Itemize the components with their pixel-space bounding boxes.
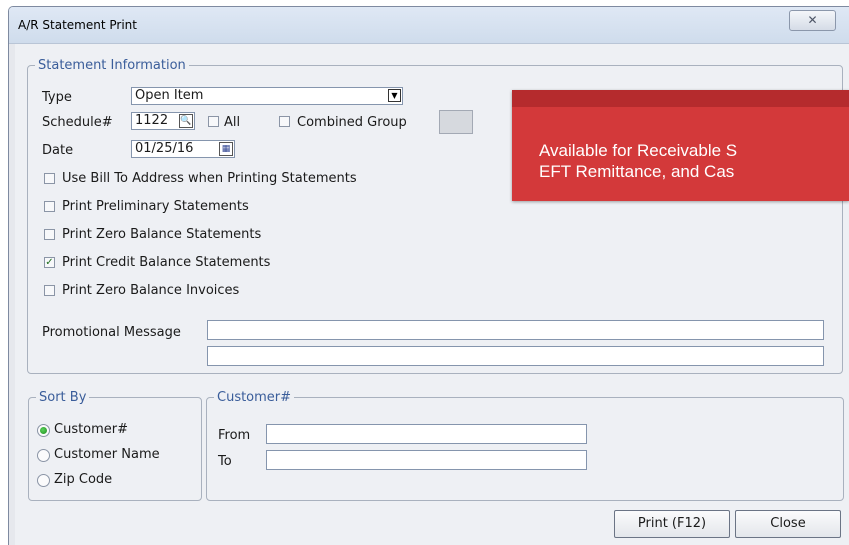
to-label: To [218,454,232,469]
sort-customer-number-radio[interactable] [37,424,50,437]
lookup-icon[interactable]: 🔍 [179,114,193,128]
close-icon: ✕ [807,13,818,27]
print-zero-balance-statements-checkbox[interactable] [44,229,55,240]
from-label: From [218,428,251,443]
promotional-message-label: Promotional Message [42,325,181,340]
customer-range-group: Customer# [206,390,844,501]
radio-selected-dot [40,427,47,434]
all-label: All [224,115,241,130]
print-zero-balance-invoices-checkbox[interactable] [44,285,55,296]
schedule-input[interactable]: 1122 🔍 [131,112,195,130]
all-checkbox[interactable] [208,116,219,127]
type-select[interactable]: Open Item ▼ [131,87,403,105]
combined-group-field[interactable] [439,110,473,134]
callout-header-band [512,90,849,107]
sort-customer-number-label: Customer# [54,422,129,437]
statement-print-window: A/R Statement Print ✕ Statement Informat… [8,6,849,545]
title-bar: A/R Statement Print ✕ [9,7,849,44]
print-preliminary-checkbox[interactable] [44,201,55,212]
availability-callout: Available for Receivable S EFT Remittanc… [512,90,849,201]
print-zero-balance-statements-label: Print Zero Balance Statements [62,227,262,242]
use-bill-to-label: Use Bill To Address when Printing Statem… [62,171,357,186]
print-button[interactable]: Print (F12) [614,510,730,538]
type-label: Type [42,90,72,105]
chevron-down-icon[interactable]: ▼ [388,89,401,102]
print-credit-balance-checkbox[interactable]: ✓ [44,257,55,268]
print-credit-balance-label: Print Credit Balance Statements [62,255,271,270]
date-label: Date [42,143,74,158]
checkmark-icon: ✓ [45,257,54,268]
customer-range-legend: Customer# [217,390,292,405]
callout-text-line1: Available for Receivable S [539,141,738,160]
window-title: A/R Statement Print [18,18,137,32]
sort-by-legend: Sort By [39,390,87,405]
date-value: 01/25/16 [135,141,194,156]
calendar-icon[interactable]: ▦ [219,142,233,156]
customer-to-input[interactable] [266,450,587,470]
sort-zip-code-label: Zip Code [54,472,113,487]
callout-text-line2: EFT Remittance, and Cas [539,162,735,181]
print-preliminary-label: Print Preliminary Statements [62,199,249,214]
schedule-value: 1122 [135,113,169,128]
schedule-label: Schedule# [42,115,113,130]
sort-customer-name-radio[interactable] [37,449,50,462]
use-bill-to-checkbox[interactable] [44,173,55,184]
sort-zip-code-radio[interactable] [37,474,50,487]
sort-customer-name-label: Customer Name [54,447,160,462]
promotional-message-line2[interactable] [207,346,824,366]
statement-information-legend: Statement Information [38,58,186,73]
combined-group-label: Combined Group [297,115,407,130]
date-input[interactable]: 01/25/16 ▦ [131,140,235,158]
promotional-message-line1[interactable] [207,320,824,340]
combined-group-checkbox[interactable] [279,116,290,127]
customer-from-input[interactable] [266,424,587,444]
print-zero-balance-invoices-label: Print Zero Balance Invoices [62,283,240,298]
close-button[interactable]: Close [735,510,841,538]
window-close-button[interactable]: ✕ [789,10,836,31]
type-value: Open Item [135,88,204,103]
